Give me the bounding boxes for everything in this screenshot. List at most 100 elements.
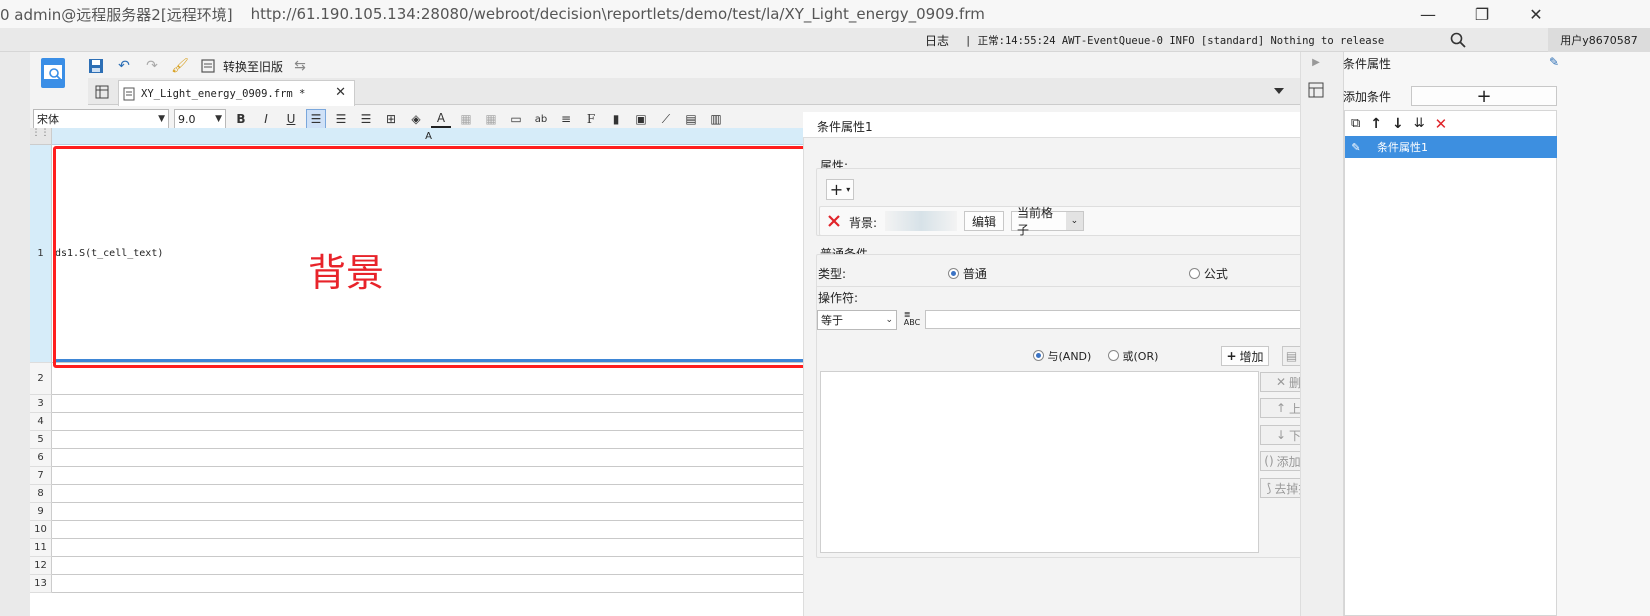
row-header-6[interactable]: 6 <box>30 449 52 467</box>
cell-a6[interactable] <box>52 449 805 467</box>
subreport-icon[interactable]: ▤ <box>681 109 701 129</box>
type-normal-radio[interactable]: 普通 <box>948 265 987 282</box>
or-radio[interactable]: 或(OR) <box>1108 348 1158 364</box>
condition-item-label: 条件属性1 <box>1377 141 1428 154</box>
cell-a12[interactable] <box>52 557 805 575</box>
convert-icon[interactable] <box>197 55 219 77</box>
formula-icon[interactable]: F <box>581 109 601 129</box>
add-attribute-button[interactable]: + ▾ <box>826 179 854 200</box>
condition-list-item[interactable]: ✎ 条件属性1 <box>1345 136 1557 158</box>
add-condition-label: 增加 <box>1239 349 1264 364</box>
text-input-icon[interactable]: ▭ <box>506 109 526 129</box>
sort-icon[interactable]: ⇊ <box>1414 116 1425 131</box>
cell-a3[interactable] <box>52 395 805 413</box>
align-right-icon[interactable]: ☰ <box>356 109 376 129</box>
italic-button[interactable]: I <box>256 109 276 129</box>
cell-a7[interactable] <box>52 467 805 485</box>
row-header-2[interactable]: 2 <box>30 363 52 395</box>
row-header-7[interactable]: 7 <box>30 467 52 485</box>
sheet-corner[interactable]: ⋮⋮ <box>30 128 52 145</box>
font-family-select[interactable]: 宋体 ▼ <box>33 109 169 129</box>
abc-input-type-icon[interactable]: ≣ ABC <box>902 309 922 329</box>
plus-icon: + <box>1226 349 1237 363</box>
chart-icon[interactable]: ▮ <box>606 109 626 129</box>
add-condition-plus-button[interactable]: + <box>1411 86 1557 107</box>
condition-value-input[interactable] <box>925 310 1329 329</box>
widget-settings-icon[interactable] <box>1306 80 1326 100</box>
cell-a9[interactable] <box>52 503 805 521</box>
minimize-button[interactable]: — <box>1408 2 1448 26</box>
cell-a11[interactable] <box>52 539 805 557</box>
row-header-8[interactable]: 8 <box>30 485 52 503</box>
redo-icon[interactable]: ↷ <box>141 55 163 77</box>
arrow-down-icon[interactable]: ↓ <box>1392 116 1404 132</box>
row-header-11[interactable]: 11 <box>30 539 52 557</box>
cell-a5[interactable] <box>52 431 805 449</box>
add-condition-button[interactable]: + 增加 <box>1221 346 1269 366</box>
image-icon[interactable]: ▣ <box>631 109 651 129</box>
row-header-12[interactable]: 12 <box>30 557 52 575</box>
merge-cell-icon[interactable]: ▦ <box>456 109 476 129</box>
scope-value: 当前格子 <box>1017 206 1054 237</box>
row-header-1[interactable]: 1 <box>30 145 52 363</box>
delete-icon[interactable]: ✕ <box>1435 115 1448 133</box>
arrow-up-icon[interactable]: ↑ <box>1370 116 1382 132</box>
save-icon[interactable] <box>85 55 107 77</box>
font-size-select[interactable]: 9.0 ▼ <box>174 109 226 129</box>
grid-view-icon[interactable] <box>92 82 112 102</box>
underline-button[interactable]: U <box>281 109 301 129</box>
pencil-icon[interactable]: ✎ <box>1546 54 1562 70</box>
report-designer-icon[interactable] <box>38 55 68 91</box>
bracket-icon: () <box>1264 454 1274 468</box>
paragraph-icon[interactable]: ≡ <box>556 109 576 129</box>
undo-icon[interactable]: ↶ <box>113 55 135 77</box>
font-color-icon[interactable]: A <box>431 109 451 129</box>
brush-icon[interactable]: 🖌 <box>169 55 191 77</box>
convert-button-label[interactable]: 转换至旧版 <box>223 58 283 75</box>
arrow-down-icon: ↓ <box>1275 428 1287 442</box>
search-icon[interactable] <box>1448 30 1468 50</box>
align-center-icon[interactable]: ☰ <box>331 109 351 129</box>
cell-a10[interactable] <box>52 521 805 539</box>
border-icon[interactable]: ⊞ <box>381 109 401 129</box>
scope-select[interactable]: 当前格子 ⌄ <box>1011 206 1084 237</box>
user-badge[interactable]: 用户y8670587 <box>1548 28 1650 52</box>
main-toolbar: ↶ ↷ 🖌 转换至旧版 ⇆ <box>85 54 311 78</box>
operator-select[interactable]: 等于 ⌄ <box>817 310 897 330</box>
cell-a13[interactable] <box>52 575 805 593</box>
type-formula-radio[interactable]: 公式 <box>1189 265 1228 282</box>
restore-button[interactable]: ❐ <box>1462 2 1502 26</box>
log-label[interactable]: 日志 <box>925 32 949 49</box>
bold-button[interactable]: B <box>231 109 251 129</box>
remove-attribute-icon[interactable] <box>826 213 842 229</box>
or-text: 或(OR) <box>1122 350 1159 363</box>
tab-menu-icon[interactable] <box>1270 82 1288 100</box>
text-abc-icon[interactable]: ab <box>531 109 551 129</box>
split-cell-icon[interactable]: ▦ <box>481 109 501 129</box>
cell-a4[interactable] <box>52 413 805 431</box>
swap-icon[interactable]: ⇆ <box>289 55 311 77</box>
row-header-13[interactable]: 13 <box>30 575 52 593</box>
tab-file[interactable]: XY_Light_energy_0909.frm * ✕ <box>118 80 355 106</box>
condition-list-box[interactable] <box>820 371 1259 553</box>
align-left-icon[interactable]: ☰ <box>306 109 326 129</box>
edit-pencil-icon[interactable]: ✎ <box>1345 136 1367 158</box>
column-header-a[interactable]: A <box>52 128 805 145</box>
row-header-3[interactable]: 3 <box>30 395 52 413</box>
copy-icon[interactable]: ⧉ <box>1351 116 1360 131</box>
row-header-9[interactable]: 9 <box>30 503 52 521</box>
row-header-4[interactable]: 4 <box>30 413 52 431</box>
fill-color-icon[interactable]: ◈ <box>406 109 426 129</box>
chevron-right-icon[interactable]: ▶ <box>1308 54 1324 70</box>
edit-background-button[interactable]: 编辑 <box>964 211 1004 231</box>
row-header-5[interactable]: 5 <box>30 431 52 449</box>
and-radio[interactable]: 与(AND) <box>1033 348 1091 364</box>
background-color-preview[interactable] <box>885 211 957 231</box>
table-icon[interactable]: ▥ <box>706 109 726 129</box>
tab-close-icon[interactable]: ✕ <box>335 85 346 100</box>
cell-a8[interactable] <box>52 485 805 503</box>
close-window-button[interactable]: ✕ <box>1516 2 1556 26</box>
condition-list-toolbar: ⧉ ↑ ↓ ⇊ ✕ <box>1344 110 1557 136</box>
slash-icon[interactable]: ⟋ <box>656 109 676 129</box>
row-header-10[interactable]: 10 <box>30 521 52 539</box>
